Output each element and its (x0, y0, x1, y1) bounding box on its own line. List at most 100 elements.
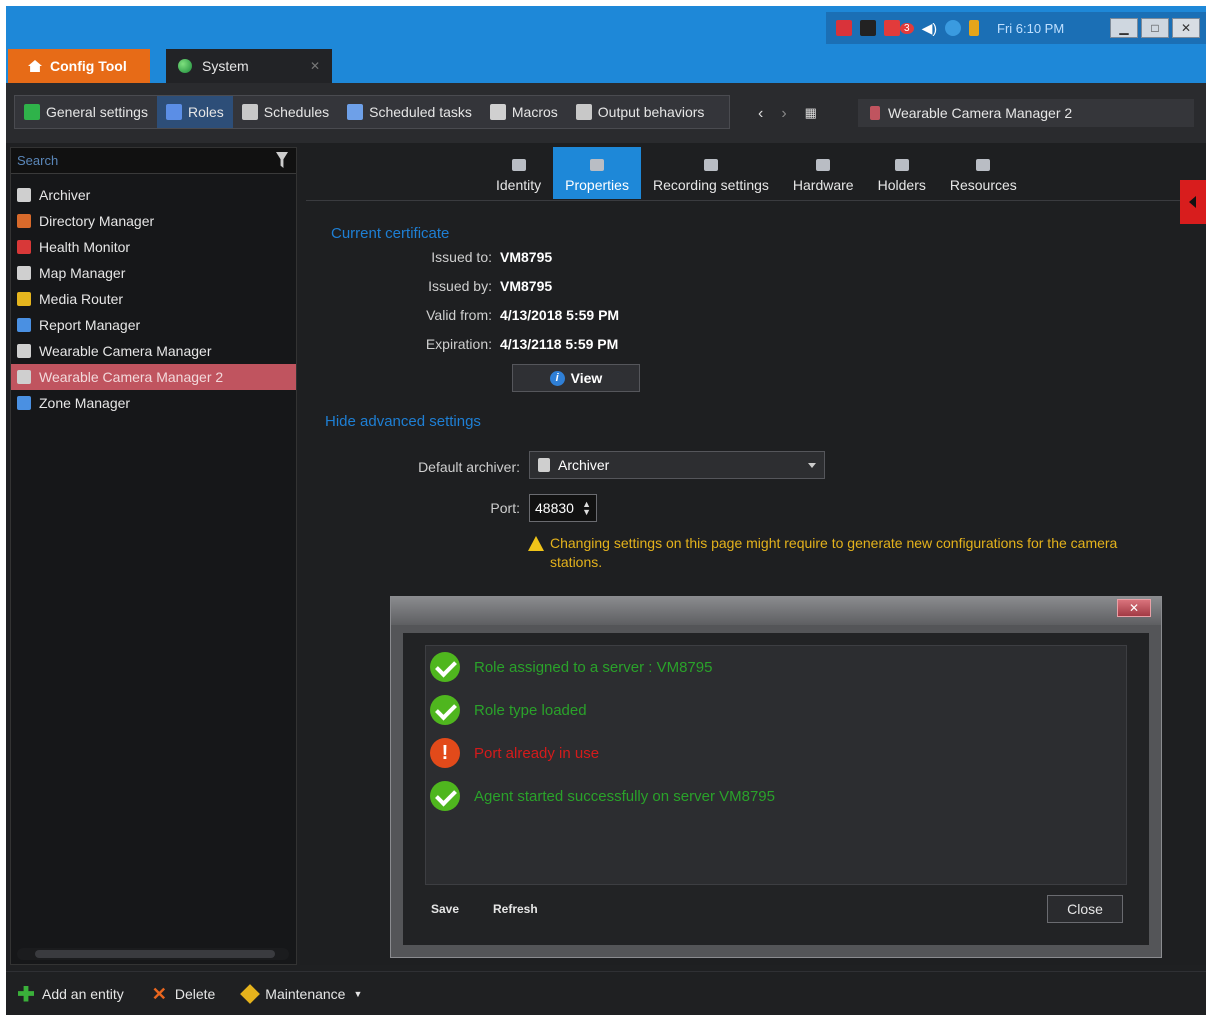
signal-icon[interactable] (969, 20, 979, 36)
tree-item-label: Map Manager (39, 265, 126, 281)
filter-icon[interactable] (276, 152, 288, 168)
dialog-titlebar: ✕ (391, 597, 1161, 625)
tab-holders[interactable]: Holders (866, 147, 938, 199)
network-icon[interactable] (836, 20, 852, 36)
tab-system[interactable]: System ✕ (166, 49, 332, 83)
add-entity-button[interactable]: Add an entity (18, 985, 124, 1002)
certificate-value: 4/13/2118 5:59 PM (500, 336, 619, 352)
tab-label: Properties (565, 177, 629, 193)
spin-arrows-icon[interactable]: ▲ ▼ (582, 500, 591, 517)
close-tab-icon[interactable]: ✕ (310, 59, 320, 73)
tab-resources[interactable]: Resources (938, 147, 1029, 199)
film-icon[interactable] (860, 20, 876, 36)
maintenance-menu[interactable]: Maintenance ▼ (240, 983, 362, 1004)
roles-icon (165, 104, 182, 120)
tree-item-label: Wearable Camera Manager 2 (39, 369, 224, 385)
tab-identity[interactable]: Identity (484, 147, 553, 199)
certificate-key: Expiration: (425, 336, 492, 352)
forward-arrow-icon[interactable]: › (781, 105, 786, 123)
map-icon[interactable]: ▦ (805, 105, 817, 123)
certificate-row: Valid from: 4/13/2018 5:59 PM (300, 307, 619, 323)
status-log: Role assigned to a server : VM8795 Role t… (425, 645, 1127, 885)
breadcrumb-label: Wearable Camera Manager 2 (888, 105, 1073, 121)
camera-icon (17, 370, 31, 384)
tree-item[interactable]: Wearable Camera Manager 2 (11, 364, 296, 390)
close-window-button[interactable]: ✕ (1172, 18, 1200, 38)
clock: Fri 6:10 PM (997, 20, 1065, 36)
certificate-key: Issued by: (428, 278, 492, 294)
tree-item[interactable]: Map Manager (11, 260, 296, 286)
toolbar-item-label: Roles (187, 104, 224, 120)
camera-icon (17, 344, 31, 358)
breadcrumb: Wearable Camera Manager 2 (858, 99, 1194, 127)
tree-item[interactable]: Archiver (11, 182, 296, 208)
hide-advanced-link[interactable]: Hide advanced settings (325, 413, 481, 430)
certificate-key: Issued to: (431, 249, 492, 265)
maximize-button[interactable]: □ (1141, 18, 1169, 38)
role-status-dialog: ✕ Role assigned to a server : VM8795 Role… (390, 596, 1162, 958)
tab-system-label: System (202, 58, 249, 74)
maintenance-label: Maintenance (265, 985, 346, 1002)
minimize-button[interactable]: ▁ (1110, 18, 1138, 38)
tree-item[interactable]: Health Monitor (11, 234, 296, 260)
default-archiver-dropdown[interactable]: Archiver (529, 451, 825, 479)
status-row: ! Port already in use (430, 738, 599, 768)
health-icon (17, 240, 31, 254)
bottom-bar: Add an entity ✕ Delete Maintenance ▼ (6, 971, 1206, 1015)
macro-icon (489, 104, 506, 120)
holders-icon (894, 159, 909, 171)
archiver-icon (17, 188, 31, 202)
tab-recording-settings[interactable]: Recording settings (641, 147, 781, 199)
tab-label: Identity (496, 177, 542, 193)
port-value: 48830 (535, 500, 574, 516)
toolbar-tasks: General settings Roles Schedules Scheduled … (14, 95, 730, 129)
warning-message: Changing settings on this page might req… (528, 534, 1168, 572)
notification-count: 3 (900, 22, 914, 34)
save-button[interactable]: Save (431, 902, 459, 916)
tree-item-label: Report Manager (39, 317, 141, 333)
tab-hardware[interactable]: Hardware (781, 147, 866, 199)
search-placeholder: Search (17, 153, 59, 168)
globe-icon (24, 104, 40, 120)
tab-properties[interactable]: Properties (553, 147, 641, 199)
tab-label: Holders (877, 177, 926, 193)
refresh-button[interactable]: Refresh (493, 902, 538, 916)
speaker-icon[interactable]: ◀) (922, 20, 937, 37)
delete-button[interactable]: ✕ Delete (152, 985, 216, 1003)
close-button[interactable]: Close (1047, 895, 1123, 923)
toolbar-item-scheduled-tasks[interactable]: Scheduled tasks (338, 96, 481, 128)
tree-item-label: Archiver (39, 187, 91, 203)
identity-icon (511, 159, 526, 171)
toolbar-item-macros[interactable]: Macros (481, 96, 567, 128)
dialog-body: Role assigned to a server : VM8795 Role t… (403, 633, 1149, 945)
port-stepper[interactable]: 48830 ▲ ▼ (529, 494, 597, 522)
certificate-key: Valid from: (426, 307, 492, 323)
tree-item[interactable]: Directory Manager (11, 208, 296, 234)
alert-icon[interactable] (884, 20, 900, 36)
delete-label: Delete (174, 985, 216, 1002)
horizontal-scrollbar[interactable] (17, 948, 289, 960)
resources-icon (976, 159, 991, 171)
search-input[interactable]: Search (11, 148, 296, 174)
toolbar-item-schedules[interactable]: Schedules (233, 96, 338, 128)
maintenance-icon (240, 983, 261, 1004)
camera-icon (870, 106, 880, 120)
toolbar-item-output-behaviors[interactable]: Output behaviors (567, 96, 714, 128)
tree-item[interactable]: Media Router (11, 286, 296, 312)
warning-icon (528, 536, 544, 551)
back-arrow-icon[interactable]: ‹ (758, 105, 763, 123)
view-label: View (570, 370, 603, 386)
tab-config-tool[interactable]: Config Tool (8, 49, 150, 83)
tree-item-label: Media Router (39, 291, 124, 307)
toolbar-item-general-settings[interactable]: General settings (15, 96, 157, 128)
directory-icon (17, 214, 31, 228)
web-icon[interactable] (945, 20, 961, 36)
tree-item[interactable]: Wearable Camera Manager (11, 338, 296, 364)
tab-label: Hardware (792, 177, 854, 193)
collapse-panel-button[interactable] (1180, 180, 1206, 224)
dialog-close-icon[interactable]: ✕ (1117, 599, 1151, 617)
view-certificate-button[interactable]: i View (512, 364, 640, 392)
tree-item[interactable]: Report Manager (11, 312, 296, 338)
toolbar-item-roles[interactable]: Roles (156, 96, 233, 128)
tree-item[interactable]: Zone Manager (11, 390, 296, 416)
